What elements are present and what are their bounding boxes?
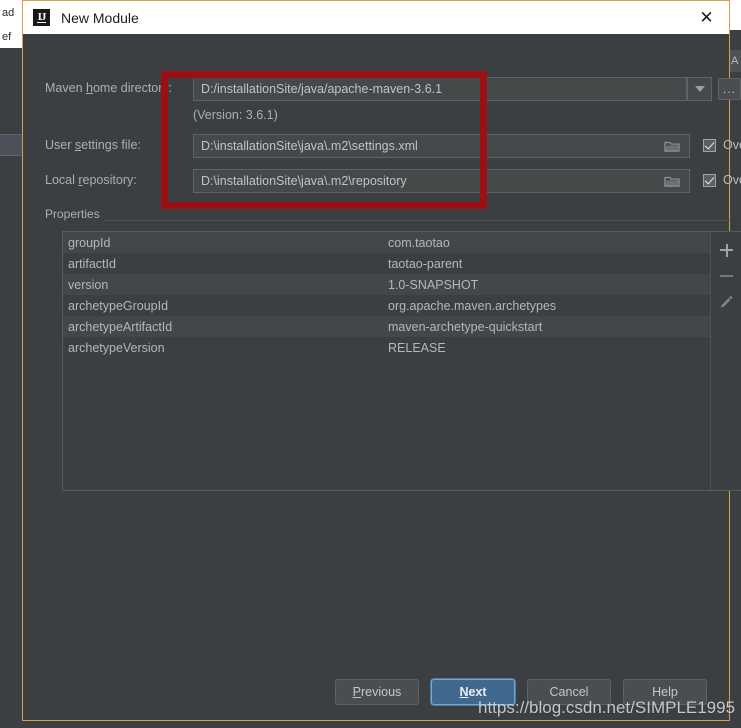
user-settings-file-label: User settings file:	[45, 138, 141, 152]
table-row[interactable]: version 1.0-SNAPSHOT	[63, 274, 710, 295]
maven-home-browse-button[interactable]: ...	[718, 78, 741, 100]
maven-version-note: (Version: 3.6.1)	[193, 108, 278, 122]
background-ide-bottom-edge	[0, 720, 741, 728]
folder-browse-icon-settings[interactable]	[661, 137, 683, 155]
maven-home-directory-input[interactable]: D:/installationSite/java/apache-maven-3.…	[193, 77, 687, 101]
checkbox-checked-icon	[703, 138, 716, 152]
property-value: RELEASE	[388, 340, 446, 355]
maven-home-directory-dropdown[interactable]	[687, 77, 712, 101]
intellij-idea-logo-icon: IJ	[33, 9, 50, 26]
edit-property-button[interactable]	[714, 289, 740, 315]
property-value: org.apache.maven.archetypes	[388, 298, 557, 313]
properties-group-title: Properties	[45, 207, 104, 221]
user-settings-override-checkbox[interactable]: Override	[703, 138, 741, 152]
dialog-titlebar: IJ New Module ✕	[23, 1, 729, 34]
background-panel-left	[0, 48, 22, 728]
edit-pencil-icon	[721, 295, 733, 308]
properties-panel: groupId com.taotao artifactId taotao-par…	[62, 231, 741, 491]
table-row[interactable]: archetypeGroupId org.apache.maven.archet…	[63, 295, 710, 316]
plus-icon	[720, 243, 733, 257]
property-value: maven-archetype-quickstart	[388, 319, 543, 334]
previous-button[interactable]: Previous	[335, 679, 419, 705]
background-ide-left-edge: ad ef	[0, 0, 22, 728]
user-settings-file-input[interactable]: D:\installationSite\java\.m2\settings.xm…	[193, 134, 690, 158]
watermark-text: https://blog.csdn.net/SIMPLE1995	[478, 698, 736, 717]
properties-group-divider	[45, 220, 731, 221]
properties-table[interactable]: groupId com.taotao artifactId taotao-par…	[63, 232, 710, 490]
table-row[interactable]: artifactId taotao-parent	[63, 253, 710, 274]
table-row[interactable]: archetypeArtifactId maven-archetype-quic…	[63, 316, 710, 337]
minus-icon	[720, 270, 733, 283]
background-tab-fragment-1: ad	[0, 0, 22, 26]
dialog-title: New Module	[61, 9, 139, 26]
remove-property-button[interactable]	[714, 263, 740, 289]
property-key: artifactId	[68, 256, 116, 271]
table-row[interactable]: groupId com.taotao	[63, 232, 710, 253]
folder-browse-icon-repository[interactable]	[661, 172, 683, 190]
close-icon[interactable]: ✕	[684, 1, 729, 34]
property-key: archetypeArtifactId	[68, 319, 173, 334]
dialog-body: Maven home directory: D:/installationSit…	[23, 34, 741, 720]
checkbox-checked-icon	[703, 173, 716, 187]
property-key: archetypeVersion	[68, 340, 165, 355]
table-row[interactable]: archetypeVersion RELEASE	[63, 337, 710, 358]
background-tab-fragment-2: ef	[0, 26, 22, 48]
chevron-down-icon	[694, 86, 705, 92]
user-settings-override-label: Override	[723, 138, 741, 152]
local-repository-override-checkbox[interactable]: Override	[703, 173, 741, 187]
property-value: com.taotao	[388, 235, 450, 250]
property-value: 1.0-SNAPSHOT	[388, 277, 479, 292]
property-key: version	[68, 277, 109, 292]
background-text-fragment-right: A	[730, 50, 741, 72]
local-repository-input[interactable]: D:\installationSite\java\.m2\repository	[193, 169, 690, 193]
property-key: groupId	[68, 235, 111, 250]
new-module-dialog: IJ New Module ✕ Maven home directory: D:…	[22, 0, 741, 721]
background-right-white-strip	[730, 0, 741, 30]
local-repository-override-label: Override	[723, 173, 741, 187]
local-repository-label: Local repository:	[45, 173, 137, 187]
properties-toolbar	[710, 232, 741, 490]
property-key: archetypeGroupId	[68, 298, 169, 313]
background-selected-row	[0, 134, 22, 156]
property-value: taotao-parent	[388, 256, 463, 271]
maven-home-directory-label: Maven home directory:	[45, 81, 173, 95]
add-property-button[interactable]	[714, 237, 740, 263]
